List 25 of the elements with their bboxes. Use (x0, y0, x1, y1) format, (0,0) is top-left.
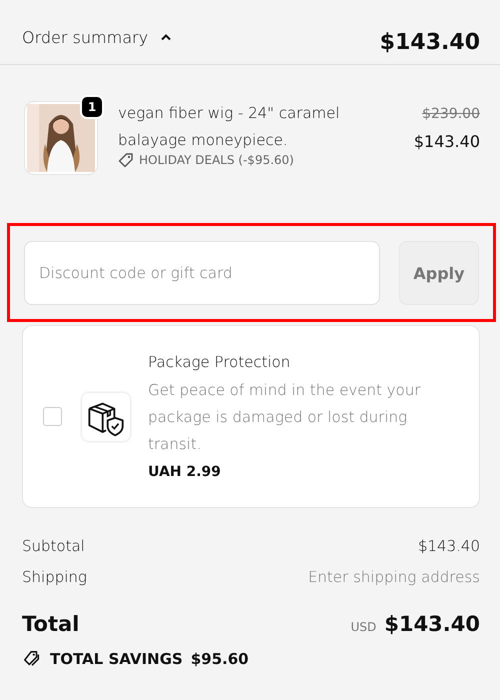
product-name: vegan fiber wig - 24" caramel balayage moneypiece. (118, 103, 341, 151)
item-price: $143.40 (414, 131, 480, 153)
summary-value: $143.40 (418, 537, 480, 555)
checkbox[interactable] (43, 407, 62, 426)
package-shield-icon (82, 392, 130, 440)
protection-title: Package Protection (148, 353, 292, 371)
tag-icon (22, 650, 42, 668)
discount-label: HOLIDAY DEALS (-$95.60) (139, 153, 294, 167)
header-total: $143.40 (380, 28, 480, 54)
protection-price: UAH 2.99 (148, 464, 222, 480)
order-summary-toggle[interactable]: Order summary (22, 28, 148, 46)
protection-description: Get peace of mind in the event your package is damaged or lost during transit. (148, 380, 422, 455)
savings-value: $95.60 (190, 650, 249, 668)
total-value: $143.40 (384, 612, 480, 636)
shipping-hint: Enter shipping address (308, 568, 480, 586)
quantity-badge: 1 (80, 95, 104, 119)
currency-code: USD (350, 620, 376, 634)
summary-label: Subtotal (22, 537, 85, 555)
original-price: $239.00 (422, 105, 480, 124)
summary-label: Shipping (22, 568, 87, 586)
discount-code-field[interactable]: Discount code or gift card (24, 241, 380, 305)
total-label: Total (22, 612, 80, 636)
savings-label: TOTAL SAVINGS (50, 650, 183, 668)
tag-icon (118, 152, 134, 168)
apply-button[interactable]: Apply (399, 241, 479, 305)
